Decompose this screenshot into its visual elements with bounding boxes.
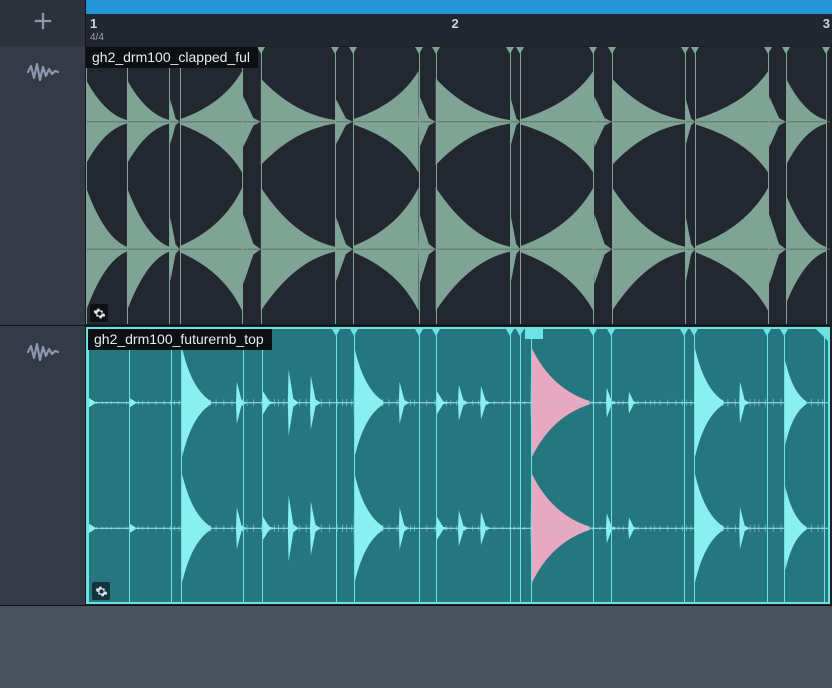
clip-name-label: gh2_drm100_clapped_ful <box>86 47 258 68</box>
add-track-button[interactable] <box>29 7 57 40</box>
clip-settings-button[interactable] <box>92 582 110 600</box>
slice-marker[interactable] <box>611 329 612 602</box>
track-header-1[interactable] <box>0 46 86 325</box>
slice-marker[interactable] <box>531 329 532 602</box>
slice-marker[interactable] <box>180 47 181 324</box>
slice-marker[interactable] <box>243 329 244 602</box>
track-row-1: gh2_drm100_clapped_ful <box>0 46 832 326</box>
waveform-display <box>86 47 830 324</box>
slice-marker[interactable] <box>684 329 685 602</box>
track-header-2[interactable] <box>0 326 86 605</box>
empty-track-area[interactable] <box>0 606 832 688</box>
slice-marker[interactable] <box>129 329 130 602</box>
slice-marker[interactable] <box>593 47 594 324</box>
slice-marker[interactable] <box>436 329 437 602</box>
slice-marker[interactable] <box>510 47 511 324</box>
slice-marker[interactable] <box>336 329 337 602</box>
slice-marker[interactable] <box>169 47 170 324</box>
audio-track-icon <box>26 340 60 369</box>
time-signature: 4/4 <box>90 32 104 43</box>
slice-marker[interactable] <box>694 329 695 602</box>
slice-marker[interactable] <box>335 47 336 324</box>
slice-marker[interactable] <box>262 329 263 602</box>
slice-marker[interactable] <box>520 47 521 324</box>
slice-marker[interactable] <box>86 47 87 324</box>
clip-name-label: gh2_drm100_futurernb_top <box>88 329 272 350</box>
slice-marker[interactable] <box>419 47 420 324</box>
slice-marker[interactable] <box>695 47 696 324</box>
slice-marker[interactable] <box>826 47 827 324</box>
slice-marker[interactable] <box>353 47 354 324</box>
slice-marker[interactable] <box>171 329 172 602</box>
add-track-cell <box>0 0 86 46</box>
slice-marker[interactable] <box>784 329 785 602</box>
slice-marker[interactable] <box>612 47 613 324</box>
slice-marker[interactable] <box>768 47 769 324</box>
slice-marker[interactable] <box>824 329 825 602</box>
slice-marker[interactable] <box>593 329 594 602</box>
slice-marker[interactable] <box>436 47 437 324</box>
audio-clip-2[interactable]: gh2_drm100_futurernb_top <box>86 327 830 604</box>
slice-marker[interactable] <box>510 329 511 602</box>
slice-marker[interactable] <box>127 47 128 324</box>
slice-marker[interactable] <box>181 329 182 602</box>
clip-settings-button[interactable] <box>90 304 108 322</box>
bar-number-3: 3 <box>823 16 830 31</box>
slice-marker[interactable] <box>419 329 420 602</box>
audio-clip-1[interactable]: gh2_drm100_clapped_ful <box>86 47 830 324</box>
bar-number-2: 2 <box>452 16 459 31</box>
slice-marker[interactable] <box>767 329 768 602</box>
slice-marker[interactable] <box>520 329 521 602</box>
slice-marker[interactable] <box>685 47 686 324</box>
slice-marker[interactable] <box>88 329 89 602</box>
bar-number-1: 1 <box>90 16 97 31</box>
loop-region[interactable] <box>86 0 832 14</box>
track-row-2: gh2_drm100_futurernb_top <box>0 326 832 606</box>
audio-track-icon <box>26 60 60 89</box>
slice-marker[interactable] <box>261 47 262 324</box>
slice-marker[interactable] <box>786 47 787 324</box>
timeline-ruler[interactable]: 1 4/4 2 3 <box>86 14 832 46</box>
waveform-display <box>88 329 828 602</box>
slice-marker[interactable] <box>354 329 355 602</box>
slice-marker[interactable] <box>242 47 243 324</box>
